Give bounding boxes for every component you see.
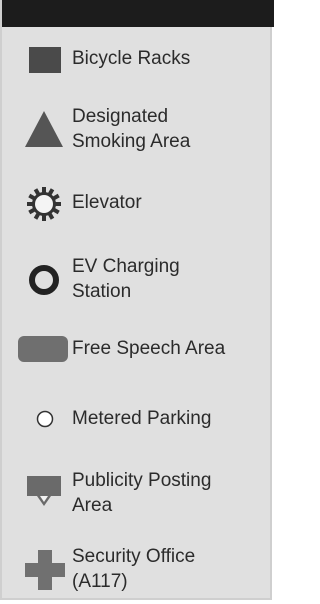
legend-header-bar	[2, 0, 274, 27]
legend-label-publicity-posting: Publicity Posting Area	[72, 470, 212, 516]
legend-item-security-office: Security Office (A117)	[2, 542, 274, 598]
legend-item-publicity-posting: Publicity Posting Area	[2, 466, 274, 522]
legend-label-ev-charging: EV Charging Station	[72, 256, 180, 302]
legend-label-security-office: Security Office (A117)	[72, 546, 196, 592]
legend-item-bicycle-racks: Bicycle Racks	[2, 44, 274, 74]
map-legend: Bicycle Racks Designated Smoking Area El…	[0, 0, 274, 600]
legend-label-free-speech: Free Speech Area	[72, 338, 226, 359]
legend-label-metered-parking: Metered Parking	[72, 408, 212, 429]
ev-charging-ring-icon	[28, 264, 60, 296]
bicycle-rack-square-icon	[29, 47, 61, 73]
security-office-cross-icon	[25, 550, 65, 590]
legend-item-ev-charging: EV Charging Station	[2, 252, 274, 308]
legend-item-free-speech: Free Speech Area	[2, 334, 274, 364]
publicity-posting-arrow-icon	[27, 476, 61, 508]
smoking-area-triangle-icon	[25, 111, 63, 147]
legend-label-smoking-area: Designated Smoking Area	[72, 106, 191, 152]
legend-label-bicycle-racks: Bicycle Racks	[72, 48, 191, 69]
legend-label-elevator: Elevator	[72, 192, 142, 213]
free-speech-rounded-rectangle-icon	[18, 336, 68, 362]
metered-parking-circle-icon	[36, 410, 54, 428]
legend-item-smoking-area: Designated Smoking Area	[2, 102, 274, 158]
legend-item-metered-parking: Metered Parking	[2, 404, 274, 432]
legend-item-elevator: Elevator	[2, 186, 274, 221]
elevator-gear-icon	[27, 187, 61, 221]
